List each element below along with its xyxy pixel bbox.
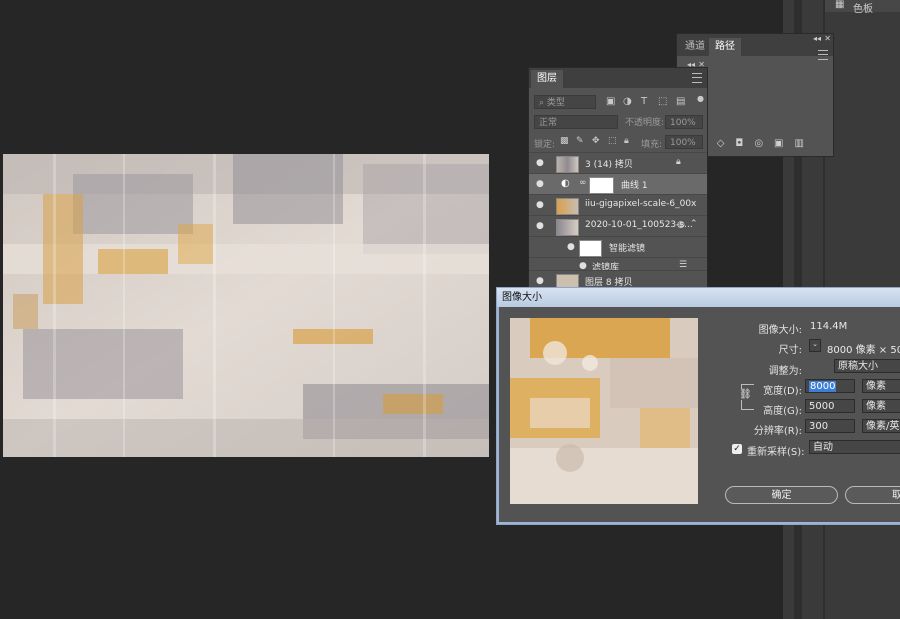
resample-label: 重新采样(S): [747,447,805,458]
cancel-button[interactable]: 取 [845,486,900,504]
dimensions-label: 尺寸: [778,345,802,356]
eye-icon[interactable]: ● [567,242,575,252]
opacity-field[interactable]: 100% [665,115,703,129]
smart-object-filter-icon[interactable]: ▤ [676,96,685,107]
layer-name: 智能滤镜 [609,244,646,254]
paths-panel-tabs: ◂◂ ✕ 通道 路径 [677,34,833,60]
layer-thumbnail [556,156,579,173]
layer-name: iiu-gigapixel-scale-6_00x [585,199,697,209]
search-icon: ⌕ [539,98,547,108]
layer-row[interactable]: ● ◐ ∞ 曲线 1 [529,173,707,195]
paths-footer-icons[interactable]: ○◇◘◎▣▥🗑 [697,138,833,160]
resample-checkbox[interactable]: ✓ [732,444,742,454]
tab-paths[interactable]: 路径 [709,38,741,56]
lock-paint-icon[interactable]: ✎ [576,136,584,146]
adjustment-filter-icon[interactable]: ◑ [623,96,632,107]
shape-filter-icon[interactable]: ⬚ [658,96,667,107]
panel-menu-icon[interactable] [692,73,702,83]
filter-label: 类型 [546,98,565,108]
height-label: 高度(G): [763,406,802,417]
layers-panel-tabs: ◂◂ ✕ 图层 [529,60,707,88]
fit-to-select[interactable]: 原稿大小 [834,359,900,373]
swatches-panel-tab[interactable]: ▦ 色板 [825,0,900,15]
blend-mode-select[interactable]: 正常 [534,115,618,129]
collapse-icon[interactable]: ◂◂ [687,60,695,69]
height-unit-select[interactable]: 像素 [862,399,900,413]
filter-mask-thumbnail [579,240,602,257]
opacity-label: 不透明度: [625,118,665,128]
tab-layers[interactable]: 图层 [531,70,563,88]
layer-mask-thumbnail [589,177,614,194]
lock-artboard-icon[interactable]: ⬚ [608,136,617,146]
canvas-artwork[interactable] [3,154,489,457]
layers-panel: ◂◂ ✕ 图层 ⌕ 类型 ▣ ◑ T ⬚ ▤ ● 正常 不透明度: 100% 锁… [528,60,708,291]
fill-field[interactable]: 100% [665,135,703,149]
lock-label: 锁定: [534,140,556,150]
layer-row[interactable]: ● 3 (14) 拷贝 🔒︎ [529,152,707,174]
width-field[interactable]: 8000 [805,379,855,393]
dimensions-value: 8000 像素 × 500 [827,345,900,356]
filter-toggle-icon[interactable]: ● [697,94,704,103]
swatches-tab-label: 色板 [853,4,873,15]
eye-icon[interactable]: ● [536,200,544,210]
curves-adjustment-icon: ◐ [561,178,570,189]
dialog-title: 图像大小 [502,292,542,303]
eye-icon[interactable]: ● [536,276,544,286]
expand-arrow-icon[interactable]: ⌃ [690,219,698,229]
link-icon: ∞ [579,178,587,188]
fit-to-label: 调整为: [768,366,802,377]
layer-row[interactable]: ● iiu-gigapixel-scale-6_00x [529,194,707,216]
lock-icon: 🔒︎ [676,157,681,167]
close-icon[interactable]: ✕ [824,34,831,43]
ok-button[interactable]: 确定 [725,486,838,504]
layer-name: 3 (14) 拷贝 [585,160,633,170]
lock-position-icon[interactable]: ✥ [592,136,600,146]
width-value: 8000 [809,381,837,392]
lock-pixels-icon[interactable]: ▩ [560,136,569,146]
layer-thumbnail [556,198,579,215]
resolution-unit-select[interactable]: 像素/英 [862,419,900,433]
layer-name: 曲线 1 [621,181,648,191]
image-size-dialog: 图像大小 图像大小: 114.4M 尺寸: ⌄ 8000 像素 × 500 调整… [496,287,900,525]
tab-channels[interactable]: 通道 [679,38,711,56]
eye-icon[interactable]: ● [536,221,544,231]
resample-select[interactable]: 自动 [809,440,900,454]
close-icon[interactable]: ✕ [698,60,705,69]
image-size-label: 图像大小: [758,325,802,336]
image-filter-icon[interactable]: ▣ [606,96,615,107]
dialog-titlebar[interactable]: 图像大小 [497,288,900,307]
collapse-icon[interactable]: ◂◂ [813,34,821,43]
layer-thumbnail [556,219,579,236]
dimensions-dropdown-icon[interactable]: ⌄ [809,339,821,352]
grid-icon: ▦ [835,0,845,10]
width-unit-select[interactable]: 像素 [862,379,900,393]
panel-menu-icon[interactable] [818,50,828,60]
layer-filter-select[interactable]: ⌕ 类型 [534,95,596,109]
resolution-field[interactable]: 300 [805,419,855,433]
smart-filter-icon: ◍ [677,220,685,230]
image-preview[interactable] [510,318,698,504]
width-label: 宽度(D): [763,386,802,397]
resolution-label: 分辨率(R): [753,426,802,437]
eye-icon[interactable]: ● [536,179,544,189]
layer-row[interactable]: ● 智能滤镜 [529,236,707,258]
type-filter-icon[interactable]: T [641,96,647,107]
eye-icon[interactable]: ● [536,158,544,168]
layer-row[interactable]: ● 2020-10-01_100523-s... ◍ ⌃ [529,215,707,237]
lock-all-icon[interactable]: 🔒︎ [624,136,629,146]
filter-options-icon[interactable]: ☰ [679,260,687,270]
image-size-value: 114.4M [810,321,848,332]
fill-label: 填充: [641,140,663,150]
height-field[interactable]: 5000 [805,399,855,413]
